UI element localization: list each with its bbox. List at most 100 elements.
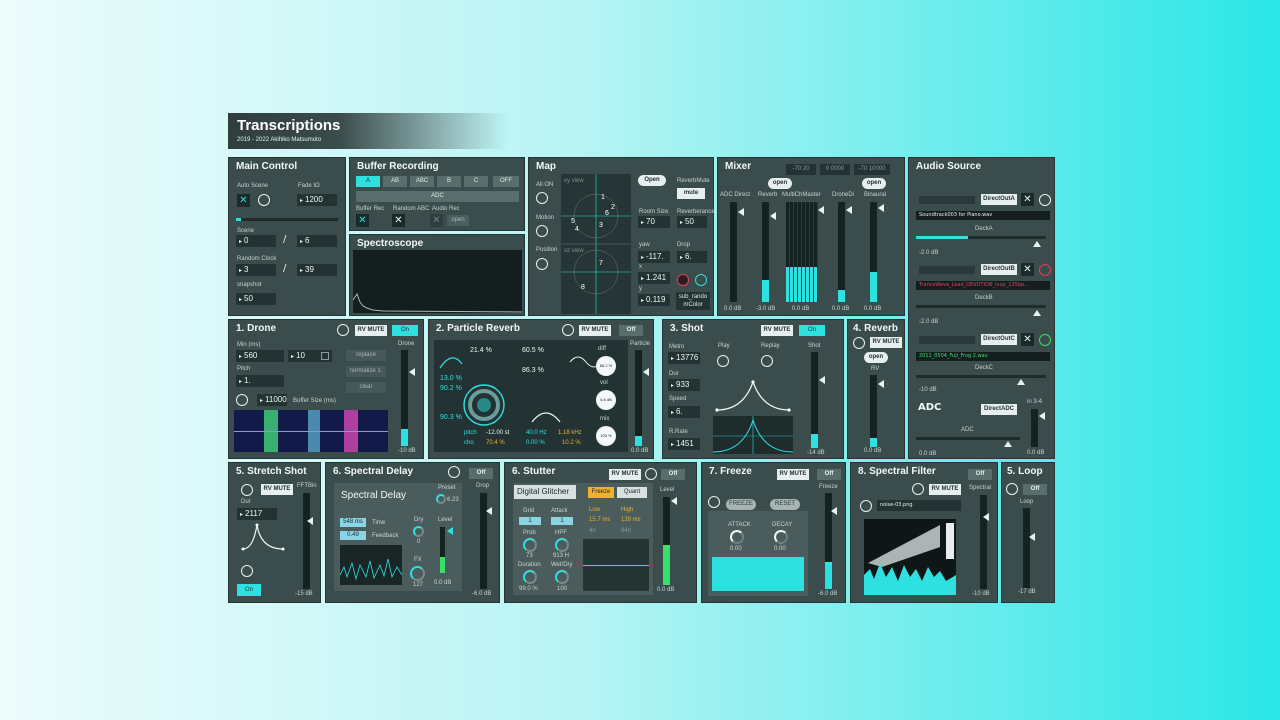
mixer-range-1[interactable]: -70 20 <box>786 164 816 175</box>
shot-play-toggle[interactable] <box>717 355 729 367</box>
spectral-delay-feedback-number[interactable]: 0.49 <box>340 531 366 540</box>
stutter-wetdry-knob[interactable] <box>555 570 569 584</box>
particle-reverb-off-button[interactable]: Off <box>619 325 643 336</box>
particle-fader[interactable] <box>643 368 649 376</box>
shot-fader[interactable] <box>819 376 825 384</box>
reverb-fader[interactable] <box>878 380 884 388</box>
stretch-shot-envelope[interactable] <box>239 521 289 553</box>
freeze-reset-button[interactable]: RESET <box>770 499 800 510</box>
stutter-level-fader[interactable] <box>671 497 677 505</box>
direct-out-a-button[interactable]: DirectOutA <box>981 194 1017 205</box>
stretch-shot-on-button[interactable]: On <box>237 584 261 596</box>
spectral-filter-image[interactable] <box>864 519 956 595</box>
position-toggle[interactable] <box>536 258 548 270</box>
map-play-toggle[interactable] <box>695 274 707 286</box>
map-dot-1[interactable]: 1 <box>601 194 605 201</box>
stutter-freeze-button[interactable]: Freeze <box>588 487 614 498</box>
drone-replace-button[interactable]: replace <box>346 350 386 361</box>
particle-reverb-toggle[interactable] <box>562 324 574 336</box>
shot-replay-toggle[interactable] <box>761 355 773 367</box>
particle-meter[interactable] <box>635 350 642 446</box>
particle-reverb-rv-mute-button[interactable]: RV MUTE <box>579 325 611 336</box>
map-dot-5[interactable]: 5 <box>571 218 575 225</box>
shot-envelope[interactable] <box>713 378 793 414</box>
scene-total-number[interactable]: 6 <box>297 235 337 247</box>
spectral-delay-time-number[interactable]: 548 ms <box>340 518 366 527</box>
drone-buffer-waveform[interactable] <box>234 410 388 452</box>
mixer-fader-3[interactable] <box>818 206 824 214</box>
stretch-shot-dur-number[interactable]: 2117 <box>237 508 277 520</box>
map-dot-8[interactable]: 8 <box>581 284 585 291</box>
shot-spectrum[interactable] <box>712 416 794 454</box>
spectral-filter-file[interactable]: noise-03.png <box>877 500 961 511</box>
deck-a-file[interactable]: Soundtrack003 for Piano.wav <box>916 211 1050 220</box>
map-record-toggle[interactable] <box>677 274 689 286</box>
buffer-button-abc[interactable]: ABC <box>410 176 434 187</box>
freeze-off-button[interactable]: Off <box>817 469 841 480</box>
fade-io-number[interactable]: 1200 <box>297 194 337 206</box>
map-dot-4[interactable]: 4 <box>575 226 579 233</box>
shot-on-button[interactable]: On <box>799 325 825 336</box>
audio-rec-toggle[interactable]: ✕ <box>430 214 443 227</box>
mixer-meter-3[interactable] <box>786 202 818 302</box>
direct-out-b-button[interactable]: DirectOutB <box>981 264 1017 275</box>
freeze-attack-knob[interactable] <box>730 530 744 544</box>
spectral-filter-meter[interactable] <box>980 495 987 589</box>
mixer-meter-5[interactable] <box>870 202 877 302</box>
stutter-off-button[interactable]: Off <box>661 469 685 480</box>
loop-toggle[interactable] <box>1006 483 1018 495</box>
random-clock-number[interactable]: 3 <box>236 264 276 276</box>
drone-max-indicator[interactable] <box>321 352 329 360</box>
spectral-filter-fader[interactable] <box>983 513 989 521</box>
mixer-meter-4[interactable] <box>838 202 845 302</box>
adc-level[interactable] <box>916 437 1020 440</box>
stutter-duration-knob[interactable] <box>523 570 537 584</box>
buffer-button-b[interactable]: B <box>437 176 461 187</box>
reverb-rv-mute-button[interactable]: RV MUTE <box>870 337 902 348</box>
mixer-meter-2[interactable] <box>762 202 769 302</box>
direct-adc-button[interactable]: DirectADC <box>981 404 1017 415</box>
stutter-quant-button[interactable]: Quant <box>617 487 647 498</box>
shot-dur-number[interactable]: 933 <box>668 379 700 391</box>
drone-meter[interactable] <box>401 350 408 446</box>
drone-rv-mute-button[interactable]: RV MUTE <box>355 325 387 336</box>
motion-toggle[interactable] <box>536 225 548 237</box>
stutter-toggle[interactable] <box>645 468 657 480</box>
freeze-freeze-button[interactable]: FREEZE <box>726 499 756 510</box>
room-size-number[interactable]: 70 <box>638 216 670 228</box>
deck-b-remove[interactable]: ✕ <box>1021 263 1034 276</box>
drone-fader[interactable] <box>409 368 415 376</box>
spectral-filter-rv-mute-button[interactable]: RV MUTE <box>929 484 961 495</box>
deck-b-volume[interactable] <box>1033 310 1041 316</box>
direct-out-c-button[interactable]: DirectOutC <box>981 334 1017 345</box>
stretch-shot-rv-mute-button[interactable]: RV MUTE <box>261 484 293 495</box>
snapshot-number[interactable]: 50 <box>236 293 276 305</box>
mixer-range-2[interactable]: 0 0000 <box>820 164 850 175</box>
in-3-4-meter[interactable] <box>1031 409 1038 447</box>
deck-c-volume[interactable] <box>1017 379 1025 385</box>
stretch-shot-fader[interactable] <box>307 517 313 525</box>
shot-rrate-number[interactable]: 1451 <box>668 438 700 450</box>
spectral-delay-preset-knob[interactable] <box>436 494 446 504</box>
deck-a-progress[interactable] <box>916 236 1046 239</box>
yaw-number[interactable]: -117. <box>638 251 670 263</box>
spectral-delay-off-button[interactable]: Off <box>469 468 493 479</box>
stutter-attack-number[interactable]: 1 <box>551 517 573 525</box>
freeze-display[interactable] <box>712 557 804 591</box>
spectral-filter-off-button[interactable]: Off <box>968 469 992 480</box>
map-open-button[interactable]: Open <box>638 175 666 186</box>
buffer-button-ab[interactable]: AB <box>383 176 407 187</box>
auto-scene-indicator[interactable] <box>258 194 270 206</box>
loop-fader[interactable] <box>1029 533 1035 541</box>
reverb-open-button[interactable]: open <box>864 352 888 363</box>
drone-min-ms-number[interactable]: 560 <box>236 350 284 362</box>
drop-number[interactable]: 6. <box>677 251 707 263</box>
deck-b-file[interactable]: TranceWave_Lead_DEVOTION_loop_135bp... <box>916 281 1050 290</box>
mixer-fader-5[interactable] <box>878 204 884 212</box>
loop-meter[interactable] <box>1023 508 1030 588</box>
reverb-toggle[interactable] <box>853 337 865 349</box>
deck-a-remove[interactable]: ✕ <box>1021 193 1034 206</box>
map-dot-3[interactable]: 3 <box>599 222 603 229</box>
stutter-level-meter[interactable] <box>663 497 670 585</box>
audio-rec-open-button[interactable]: open <box>447 215 469 226</box>
